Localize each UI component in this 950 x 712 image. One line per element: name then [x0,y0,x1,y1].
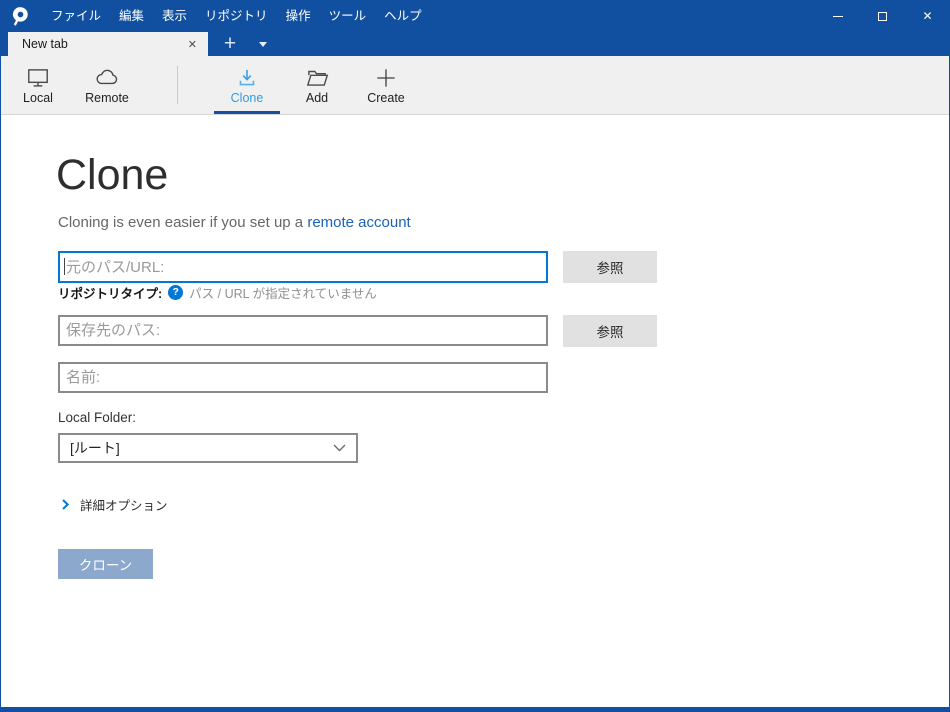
text-caret [64,258,65,275]
tab-new-tab[interactable]: New tab ✕ [8,32,208,56]
name-input[interactable] [58,362,548,393]
advanced-options-label: 詳細オプション [80,495,168,514]
toolbar-separator [177,66,178,104]
minimize-icon [833,16,843,17]
clone-button[interactable]: クローン [58,549,153,579]
remote-account-link[interactable]: remote account [307,214,410,231]
repo-type-status: パス / URL が指定されていません [189,283,377,302]
browse-source-button[interactable]: 参照 [563,251,657,283]
tab-bar: New tab ✕ + [0,32,950,56]
toolbar-local-label: Local [23,91,53,105]
sourcetree-logo-icon [11,6,30,27]
menu-actions[interactable]: 操作 [277,0,320,32]
toolbar-clone-active-underline [214,111,280,114]
tab-title: New tab [22,37,68,51]
toolbar-remote-label: Remote [85,91,129,105]
local-folder-label: Local Folder: [58,410,136,425]
toolbar-remote-button[interactable]: Remote [77,56,137,114]
local-folder-value: [ルート] [70,438,120,458]
source-path-input[interactable] [58,251,548,283]
monitor-icon [25,64,51,91]
repo-type-row: リポジトリタイプ: ? パス / URL が指定されていません [58,284,377,300]
menu-repository[interactable]: リポジトリ [196,0,277,32]
new-tab-button[interactable]: + [216,32,244,56]
menubar: ファイル 編集 表示 リポジトリ 操作 ツール ヘルプ [42,0,431,32]
page-title: Clone [56,149,168,201]
caret-down-icon [259,42,267,47]
menu-tools[interactable]: ツール [320,0,376,32]
download-icon [234,64,260,91]
maximize-icon [878,12,887,21]
help-icon[interactable]: ? [168,285,183,300]
close-button[interactable]: ✕ [905,0,950,32]
plus-icon [373,64,399,91]
toolbar: Local Remote Clone [1,56,949,115]
menu-edit[interactable]: 編集 [110,0,153,32]
subtitle-text: Cloning is even easier if you set up a [58,214,303,231]
toolbar-create-button[interactable]: Create [353,56,419,114]
menu-file[interactable]: ファイル [42,0,110,32]
advanced-options-toggle[interactable]: 詳細オプション [62,495,168,514]
cloud-icon [94,64,120,91]
close-icon: ✕ [922,10,932,22]
page-subtitle: Cloning is even easier if you set up a r… [58,214,411,231]
menu-view[interactable]: 表示 [153,0,196,32]
chevron-down-icon [333,444,346,452]
titlebar: ファイル 編集 表示 リポジトリ 操作 ツール ヘルプ ✕ [0,0,950,32]
toolbar-create-label: Create [367,91,405,105]
app-window: ファイル 編集 表示 リポジトリ 操作 ツール ヘルプ ✕ New tab ✕ … [0,0,950,712]
browse-destination-button[interactable]: 参照 [563,315,657,347]
destination-path-input[interactable] [58,315,548,346]
clone-page: Clone Cloning is even easier if you set … [1,115,949,707]
toolbar-clone-button[interactable]: Clone [214,56,280,114]
minimize-button[interactable] [815,0,860,32]
toolbar-add-button[interactable]: Add [287,56,347,114]
tab-close-icon[interactable]: ✕ [185,37,200,52]
window-controls: ✕ [815,0,950,32]
plus-icon: + [224,33,236,54]
toolbar-local-button[interactable]: Local [9,56,67,114]
local-folder-select[interactable]: [ルート] [58,433,358,463]
toolbar-add-label: Add [306,91,328,105]
toolbar-clone-label: Clone [231,91,264,105]
menu-help[interactable]: ヘルプ [375,0,431,32]
chevron-right-icon [62,499,69,510]
folder-open-icon [304,64,330,91]
tab-list-dropdown-button[interactable] [250,32,276,56]
maximize-button[interactable] [860,0,905,32]
repo-type-label: リポジトリタイプ: [58,283,162,302]
